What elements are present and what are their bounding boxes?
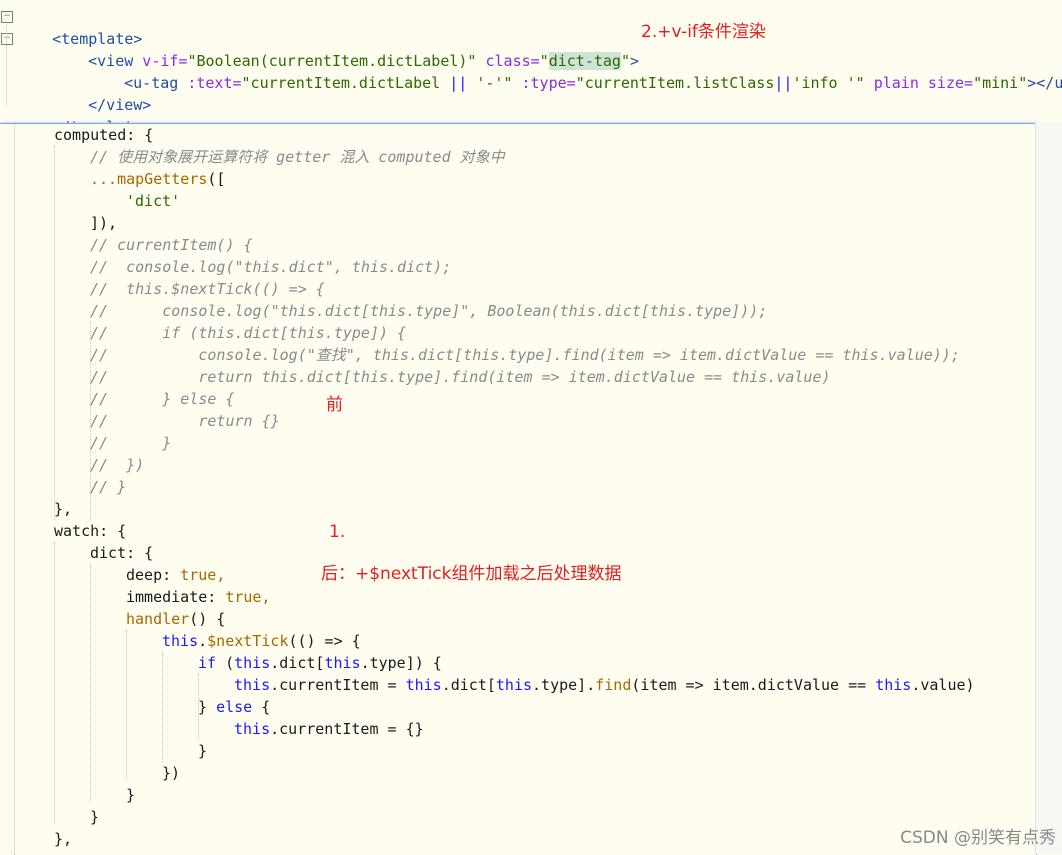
code-line: watch: { [54, 522, 127, 540]
attr-text: plain size= [864, 74, 974, 92]
code-comment: // currentItem() { [90, 236, 253, 254]
keyword-text: if [198, 654, 217, 672]
indent-guide [90, 564, 91, 802]
annotation-after: 后：+$nextTick组件加载之后处理数据 [321, 564, 622, 584]
key-text: immediate: [126, 588, 226, 606]
code-line: this.currentItem = {} [234, 718, 424, 740]
code-comment: // console.log("this.dict", this.dict); [90, 258, 452, 276]
code-line: if (this.dict[this.type]) { [198, 652, 442, 674]
keyword-text: this [234, 720, 271, 738]
function-text: ...mapGetters [90, 170, 208, 188]
indent-guide [6, 24, 7, 106]
code-line-template-close: </template> [16, 94, 151, 136]
watermark: CSDN @别笑有点秀 [900, 828, 1056, 848]
function-text: find [595, 676, 632, 694]
code-comment: // return {} [90, 412, 280, 430]
plain-text: (item => item.dictValue == [631, 676, 876, 694]
plain-text: .currentItem = {} [270, 720, 424, 738]
keyword-text: this [234, 654, 271, 672]
annotation-before: 前 [326, 395, 343, 415]
string-text: "mini" [973, 74, 1028, 92]
code-line: dict: { [90, 544, 154, 562]
keyword-text: this [495, 676, 533, 694]
string-text: "currentItem.listClass [575, 74, 775, 92]
vertical-scrollbar[interactable] [1035, 123, 1062, 854]
indent-guide [126, 630, 127, 780]
annotation-step-one: 1. [329, 522, 346, 542]
line-gutter [0, 124, 15, 855]
code-comment: // }) [90, 456, 145, 474]
attr-text: :type= [512, 74, 576, 92]
code-comment: // console.log("this.dict[this.type]", B… [90, 302, 768, 320]
code-line: }) [162, 764, 181, 782]
code-comment: // } [90, 434, 172, 452]
operator-text: || [774, 74, 793, 92]
template-code-panel: − − <template> <view v-if="Boolean(curre… [0, 0, 1062, 136]
indent-guide [162, 652, 163, 762]
tag-text: ></u-tag> [1027, 74, 1062, 92]
string-text: '-'" [467, 74, 513, 92]
keyword-text: this [405, 676, 442, 694]
function-text: handler [126, 610, 190, 628]
code-line: 'dict' [126, 192, 181, 210]
code-comment: // } else { [90, 390, 235, 408]
keyword-text: this [324, 654, 361, 672]
plain-text: .value) [911, 676, 975, 694]
bool-text: true, [225, 588, 271, 606]
plain-text: .currentItem = [270, 676, 406, 694]
code-line: deep: true, [126, 564, 225, 586]
string-text: 'info '" [792, 74, 865, 92]
code-comment: // this.$nextTick(() => { [90, 280, 325, 298]
plain-text: } [198, 698, 217, 716]
plain-text: .dict[ [441, 676, 496, 694]
fold-toggle-template[interactable]: − [1, 11, 13, 23]
code-line: }, [54, 500, 73, 518]
keyword-text: this [875, 676, 912, 694]
keyword-text: this [162, 632, 199, 650]
code-line: }, [54, 830, 73, 848]
code-line: handler() { [126, 608, 225, 630]
code-comment: // console.log("查找", this.dict[this.type… [90, 346, 960, 364]
code-line: computed: { [54, 126, 154, 144]
code-line-template-open: <template> [16, 6, 142, 48]
code-line: } else { [198, 696, 270, 718]
key-text: deep: [126, 566, 181, 584]
annotation-vif: 2.+v-if条件渲染 [641, 22, 766, 42]
plain-text: .type]. [532, 676, 596, 694]
code-line-view: <view v-if="Boolean(currentItem.dictLabe… [52, 28, 639, 70]
bool-text: true, [180, 566, 226, 584]
operator-text: || [449, 74, 468, 92]
keyword-text: else [216, 698, 253, 716]
fold-toggle-view[interactable]: − [1, 33, 13, 45]
indent-guide [54, 542, 55, 824]
code-comment: // } [90, 478, 127, 496]
plain-text: .type]) { [360, 654, 442, 672]
function-text: $nextTick [207, 632, 289, 650]
plain-text: ( [216, 654, 235, 672]
code-line: } [126, 786, 136, 804]
code-line: ]), [90, 214, 118, 232]
plain-text: () { [189, 610, 226, 628]
code-line: immediate: true, [126, 586, 271, 608]
keyword-text: this [234, 676, 271, 694]
string-text: "currentItem.dictLabel [241, 74, 450, 92]
code-line-u-tag: <u-tag :text="currentItem.dictLabel || '… [88, 50, 1062, 92]
code-line: } [198, 742, 208, 760]
code-comment: // 使用对象展开运算符将 getter 混入 computed 对象中 [90, 148, 505, 166]
attr-text: :text= [178, 74, 242, 92]
plain-text: { [252, 698, 271, 716]
code-comment: // if (this.dict[this.type]) { [90, 324, 407, 342]
code-line: this.currentItem = this.dict[this.type].… [234, 674, 975, 696]
code-line: ...mapGetters([ [90, 168, 225, 190]
code-comment: // return this.dict[this.type].find(item… [90, 368, 831, 386]
plain-text: (() => { [288, 632, 361, 650]
plain-text: ([ [207, 170, 226, 188]
code-line: this.$nextTick(() => { [162, 630, 361, 652]
plain-text: .dict[ [270, 654, 325, 672]
indent-guide [54, 146, 55, 520]
plain-text: . [198, 632, 208, 650]
script-code-panel: computed: { // 使用对象展开运算符将 getter 混入 comp… [0, 123, 1037, 855]
code-line: } [90, 808, 100, 826]
code-line-view-close: </view> [52, 72, 151, 114]
